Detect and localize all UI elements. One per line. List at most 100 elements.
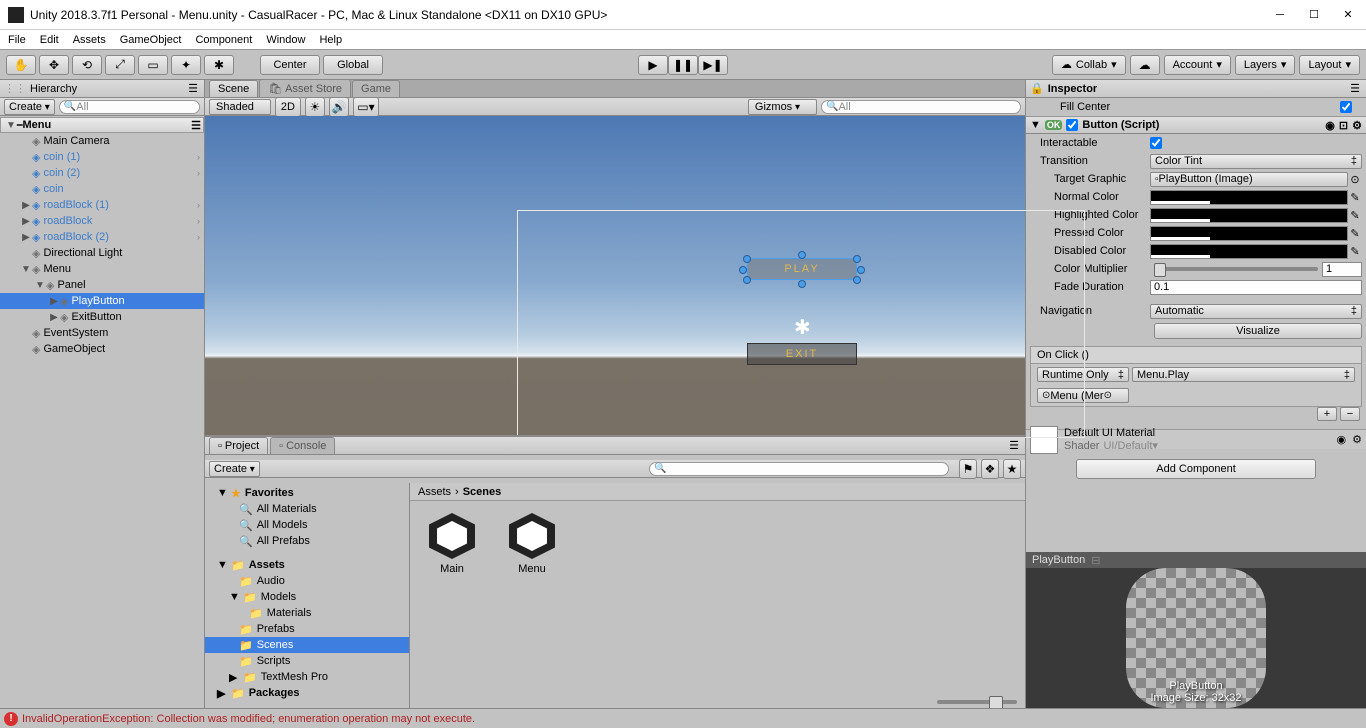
- hierarchy-item[interactable]: ▼◈Panel: [0, 277, 204, 293]
- transform-tool-button[interactable]: ✦: [171, 55, 201, 75]
- menu-assets[interactable]: Assets: [73, 34, 106, 46]
- folder-models[interactable]: ▼📁Models: [205, 589, 409, 605]
- layers-dropdown[interactable]: Layers ▾: [1235, 55, 1296, 75]
- project-search-input[interactable]: 🔍: [649, 462, 949, 476]
- resize-handle[interactable]: [853, 255, 861, 263]
- hierarchy-item[interactable]: ◈coin: [0, 181, 204, 197]
- asset-menu[interactable]: Menu: [502, 513, 562, 575]
- hierarchy-create-button[interactable]: Create ▾: [4, 99, 55, 115]
- target-graphic-field[interactable]: ▫ PlayButton (Image): [1150, 172, 1348, 187]
- help-icon[interactable]: ◉: [1337, 433, 1347, 446]
- play-button[interactable]: ▶: [638, 55, 668, 75]
- folder-audio[interactable]: 📁Audio: [205, 573, 409, 589]
- ui-play-button[interactable]: PLAY: [747, 258, 857, 280]
- fav-all-materials[interactable]: 🔍All Materials: [205, 501, 409, 517]
- menu-help[interactable]: Help: [319, 34, 342, 46]
- hand-tool-button[interactable]: ✋: [6, 55, 36, 75]
- shading-mode-dropdown[interactable]: Shaded: [209, 99, 271, 115]
- layout-dropdown[interactable]: Layout ▾: [1299, 55, 1360, 75]
- pivot-mode-button[interactable]: Center: [260, 55, 320, 75]
- hierarchy-item[interactable]: ▼◈Menu: [0, 261, 204, 277]
- breadcrumb-scenes[interactable]: Scenes: [463, 486, 502, 498]
- help-icon[interactable]: ◉: [1325, 119, 1335, 132]
- disabled-color-swatch[interactable]: [1150, 244, 1348, 259]
- component-enabled-checkbox[interactable]: [1066, 119, 1078, 131]
- lock-icon[interactable]: 🔒: [1030, 82, 1044, 95]
- resize-handle[interactable]: [853, 276, 861, 284]
- hierarchy-item[interactable]: ▶◈ExitButton: [0, 309, 204, 325]
- fade-duration-input[interactable]: [1150, 280, 1362, 295]
- maximize-button[interactable]: ☐: [1308, 9, 1320, 21]
- shader-dropdown[interactable]: UI/Default▾: [1103, 439, 1330, 452]
- button-component-header[interactable]: ▼ OK Button (Script) ◉ ⊡ ⚙: [1026, 116, 1366, 134]
- packages-folder[interactable]: ▶📁Packages: [205, 685, 409, 701]
- step-button[interactable]: ▶❚: [698, 55, 728, 75]
- normal-color-swatch[interactable]: [1150, 190, 1348, 205]
- filter-button[interactable]: ⚑: [959, 459, 977, 479]
- tab-project[interactable]: ▫ Project: [209, 437, 268, 454]
- collab-dropdown[interactable]: ☁ Collab ▾: [1052, 55, 1126, 75]
- scene-search-input[interactable]: 🔍 All: [821, 100, 1021, 114]
- gear-icon[interactable]: ⚙: [1352, 119, 1362, 132]
- hierarchy-item[interactable]: ◈Directional Light: [0, 245, 204, 261]
- resize-handle[interactable]: [739, 266, 747, 274]
- scale-tool-button[interactable]: ⤢: [105, 55, 135, 75]
- interactable-checkbox[interactable]: [1150, 137, 1162, 149]
- gizmos-dropdown[interactable]: Gizmos ▾: [748, 99, 817, 115]
- pivot-rotation-button[interactable]: Global: [323, 55, 383, 75]
- folder-scripts[interactable]: 📁Scripts: [205, 653, 409, 669]
- resize-handle[interactable]: [857, 266, 865, 274]
- navigation-dropdown[interactable]: Automatic‡: [1150, 304, 1362, 319]
- scene-header[interactable]: ▼ ⎯ Menu ☰: [0, 117, 204, 133]
- resize-handle[interactable]: [798, 280, 806, 288]
- menu-component[interactable]: Component: [195, 34, 252, 46]
- resize-handle[interactable]: [743, 276, 751, 284]
- rect-tool-button[interactable]: ▭: [138, 55, 168, 75]
- hierarchy-item[interactable]: ▶◈roadBlock (1)›: [0, 197, 204, 213]
- hierarchy-item[interactable]: ◈EventSystem: [0, 325, 204, 341]
- fav-all-models[interactable]: 🔍All Models: [205, 517, 409, 533]
- hierarchy-item[interactable]: ◈coin (2)›: [0, 165, 204, 181]
- lighting-toggle[interactable]: ☀: [305, 97, 325, 117]
- tab-game[interactable]: Game: [352, 80, 400, 97]
- folder-materials[interactable]: 📁Materials: [205, 605, 409, 621]
- services-button[interactable]: ☁: [1130, 55, 1160, 75]
- transition-dropdown[interactable]: Color Tint‡: [1150, 154, 1362, 169]
- account-dropdown[interactable]: Account ▾: [1164, 55, 1231, 75]
- 2d-toggle-button[interactable]: 2D: [275, 97, 301, 117]
- minimize-button[interactable]: ─: [1274, 9, 1286, 21]
- pause-button[interactable]: ❚❚: [668, 55, 698, 75]
- pressed-color-swatch[interactable]: [1150, 226, 1348, 241]
- hierarchy-item[interactable]: ▶◈roadBlock›: [0, 213, 204, 229]
- preset-icon[interactable]: ⊡: [1339, 119, 1348, 132]
- hierarchy-search-input[interactable]: 🔍 All: [59, 100, 200, 114]
- assets-folder[interactable]: ▼📁Assets: [205, 557, 409, 573]
- breadcrumb-assets[interactable]: Assets: [418, 486, 451, 498]
- object-picker-icon[interactable]: ⊙: [1348, 173, 1362, 186]
- highlighted-color-swatch[interactable]: [1150, 208, 1348, 223]
- move-gizmo-icon[interactable]: ✱: [794, 315, 811, 340]
- custom-tool-button[interactable]: ✱: [204, 55, 234, 75]
- panel-menu-icon[interactable]: ☰: [1348, 83, 1362, 95]
- favorites-header[interactable]: ▼★Favorites: [205, 485, 409, 501]
- tab-scene[interactable]: Scene: [209, 80, 258, 97]
- hierarchy-header[interactable]: ⋮⋮ Hierarchy ☰: [0, 80, 204, 98]
- add-component-button[interactable]: Add Component: [1076, 459, 1316, 479]
- gear-icon[interactable]: ⚙: [1352, 433, 1362, 446]
- eyedropper-icon[interactable]: ✎: [1348, 245, 1362, 258]
- project-create-button[interactable]: Create ▾: [209, 461, 260, 477]
- panel-menu-icon[interactable]: ☰: [1007, 440, 1021, 452]
- scene-menu-icon[interactable]: ☰: [189, 119, 203, 131]
- remove-event-button[interactable]: −: [1340, 407, 1360, 421]
- hierarchy-item[interactable]: ◈coin (1)›: [0, 149, 204, 165]
- grid-size-slider[interactable]: [937, 700, 1017, 704]
- folder-scenes[interactable]: 📁Scenes: [205, 637, 409, 653]
- fx-toggle[interactable]: ▭▾: [353, 97, 379, 117]
- move-tool-button[interactable]: ✥: [39, 55, 69, 75]
- statusbar[interactable]: ! InvalidOperationException: Collection …: [0, 708, 1366, 728]
- folder-prefabs[interactable]: 📁Prefabs: [205, 621, 409, 637]
- fav-all-prefabs[interactable]: 🔍All Prefabs: [205, 533, 409, 549]
- folder-textmesh[interactable]: ▶📁TextMesh Pro: [205, 669, 409, 685]
- hierarchy-item[interactable]: ▶◈roadBlock (2)›: [0, 229, 204, 245]
- hierarchy-item[interactable]: ◈GameObject: [0, 341, 204, 357]
